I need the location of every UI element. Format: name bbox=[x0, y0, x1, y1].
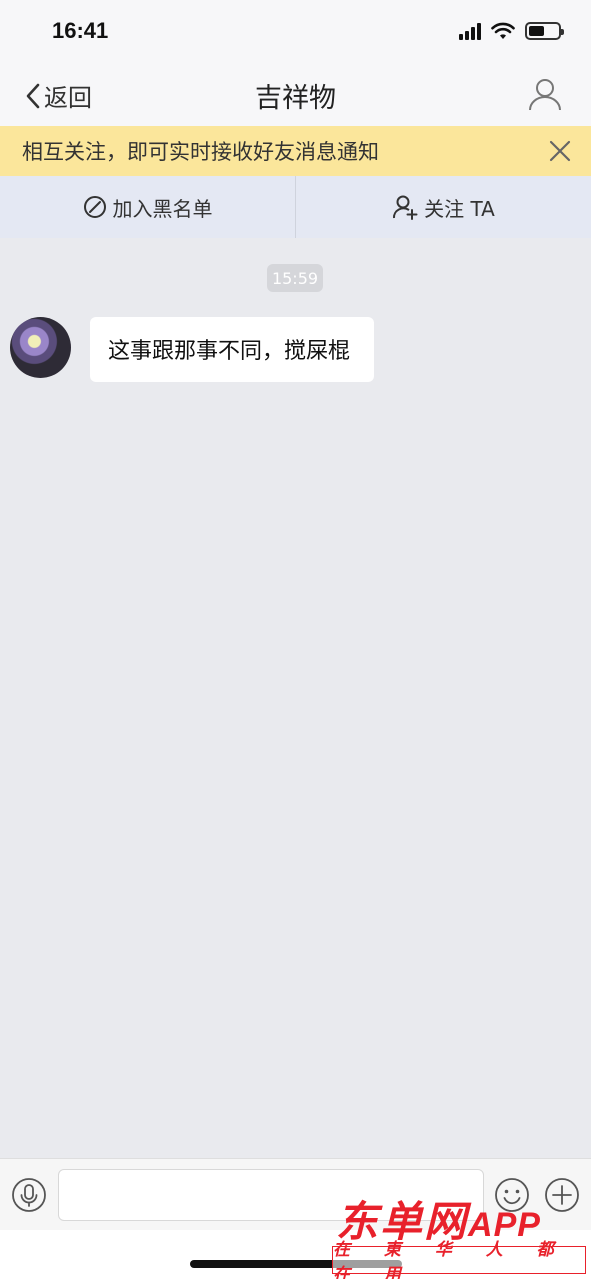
close-icon[interactable] bbox=[547, 138, 573, 164]
add-to-blacklist-button[interactable]: 加入黑名单 bbox=[0, 176, 295, 238]
status-time: 16:41 bbox=[52, 18, 109, 43]
follow-button[interactable]: 关注 TA bbox=[296, 176, 591, 238]
battery-icon bbox=[525, 22, 564, 40]
microphone-icon[interactable] bbox=[11, 1177, 47, 1213]
follow-notice-bar: 相互关注，即可实时接收好友消息通知 bbox=[0, 126, 591, 176]
notice-text: 相互关注，即可实时接收好友消息通知 bbox=[22, 140, 379, 164]
avatar[interactable] bbox=[10, 317, 71, 378]
navigation-bar: 返回 吉祥物 bbox=[0, 64, 591, 126]
page-title: 吉祥物 bbox=[255, 83, 336, 114]
status-icons bbox=[459, 22, 564, 40]
cellular-signal-icon bbox=[459, 22, 481, 40]
message-bubble[interactable]: 这事跟那事不同，搅屎棍 bbox=[90, 317, 375, 382]
battery-fill bbox=[529, 26, 545, 36]
follow-user-icon bbox=[393, 195, 418, 220]
blacklist-label: 加入黑名单 bbox=[112, 196, 213, 221]
watermark-slogan: 在 東 华 人 都 在 用 bbox=[332, 1240, 586, 1279]
block-icon bbox=[83, 196, 106, 218]
action-row: 加入黑名单 关注 TA bbox=[0, 176, 591, 238]
message-timestamp: 15:59 bbox=[267, 264, 323, 292]
follow-label: 关注 TA bbox=[424, 196, 495, 221]
wifi-icon bbox=[491, 22, 515, 39]
user-icon[interactable] bbox=[527, 76, 563, 112]
status-bar: 16:41 bbox=[0, 0, 591, 64]
brand-watermark: 东单网APP 在 東 华 人 都 在 用 bbox=[332, 1188, 586, 1279]
message-row: 这事跟那事不同，搅屎棍 bbox=[10, 317, 375, 382]
